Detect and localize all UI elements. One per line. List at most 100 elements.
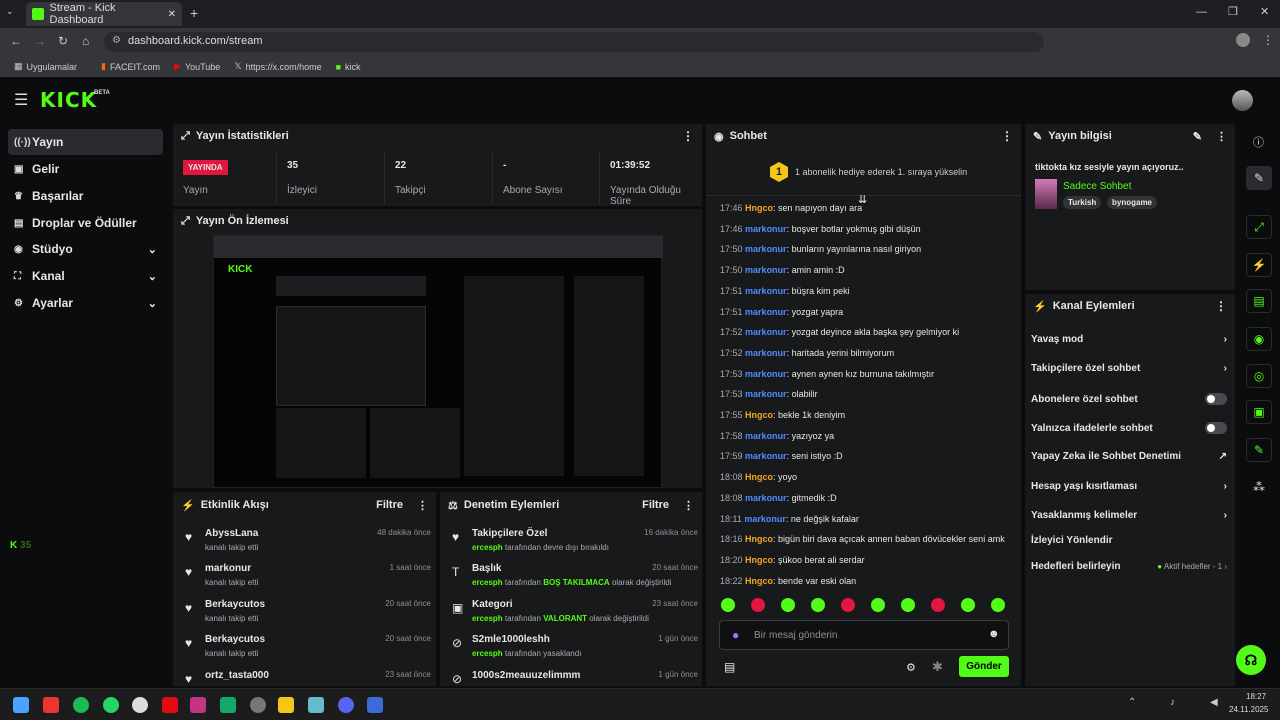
more-options-icon[interactable]: ⋮ bbox=[683, 499, 694, 512]
sidebar-item-droplar[interactable]: ▤ Droplar ve Ödüller bbox=[8, 210, 163, 236]
sidebar-item-kanal[interactable]: ⛶ Kanal ⌄ bbox=[8, 263, 163, 289]
emote-only-toggle[interactable] bbox=[1205, 422, 1227, 434]
tag-chip[interactable]: bynogame bbox=[1107, 196, 1158, 209]
mod-item[interactable]: ▣ Kategori ercesph tarafından VALORANT ola… bbox=[448, 599, 698, 633]
share-icon[interactable]: ⁂ bbox=[1253, 480, 1265, 494]
sidebar-item-yayin[interactable]: ((·)) Yayın bbox=[8, 129, 163, 155]
cog-badge-icon[interactable]: ✱ bbox=[932, 659, 943, 675]
wrench-rail-icon[interactable]: ✎ bbox=[1246, 438, 1272, 462]
app-icon[interactable] bbox=[43, 697, 59, 713]
action-slow-mode[interactable]: Yavaş mod › bbox=[1031, 334, 1227, 345]
bookmark-faceit[interactable]: ▮ FACEIT.com bbox=[101, 61, 160, 72]
back-icon[interactable]: ← bbox=[10, 34, 22, 48]
home-icon[interactable]: ⌂ bbox=[82, 34, 89, 48]
stream-preview-video[interactable]: KICK bbox=[213, 235, 663, 488]
more-options-icon[interactable]: ⋮ bbox=[1216, 130, 1227, 143]
emote-icon[interactable] bbox=[751, 598, 765, 612]
close-window-icon[interactable]: ✕ bbox=[1260, 5, 1269, 18]
app-icon[interactable] bbox=[367, 697, 383, 713]
emote-icon[interactable] bbox=[871, 598, 885, 612]
restore-icon[interactable]: ❐ bbox=[1228, 5, 1238, 18]
bookmark-x[interactable]: 𝕏https://x.com/home bbox=[234, 61, 321, 72]
app-icon[interactable] bbox=[308, 697, 324, 713]
user-avatar[interactable] bbox=[1232, 90, 1253, 111]
store-icon[interactable]: ▤ bbox=[724, 660, 735, 674]
netflix-icon[interactable] bbox=[162, 697, 178, 713]
close-tab-icon[interactable]: ✕ bbox=[168, 9, 176, 20]
chat-username[interactable]: Hngco bbox=[745, 576, 773, 586]
more-options-icon[interactable]: ⋮ bbox=[1215, 299, 1227, 313]
filter-button[interactable]: Filtre bbox=[376, 499, 403, 511]
folder-icon[interactable] bbox=[278, 697, 294, 713]
emote-icon[interactable] bbox=[721, 598, 735, 612]
chat-username[interactable]: markonur bbox=[745, 451, 787, 461]
emote-icon[interactable] bbox=[961, 598, 975, 612]
more-options-icon[interactable]: ⋮ bbox=[1001, 129, 1013, 143]
url-input[interactable]: ⚙ dashboard.kick.com/stream bbox=[104, 32, 1044, 52]
category-link[interactable]: Sadece Sohbet bbox=[1063, 181, 1131, 192]
lightning-rail-icon[interactable]: ⚡ bbox=[1246, 253, 1272, 277]
reload-icon[interactable]: ↻ bbox=[58, 34, 68, 48]
chat-username[interactable]: markonur bbox=[745, 286, 787, 296]
tag-chip[interactable]: Turkish bbox=[1063, 196, 1102, 209]
bookmark-apps[interactable]: ▦ Uygulamalar bbox=[14, 61, 77, 72]
info-icon[interactable]: ⓘ bbox=[1253, 134, 1264, 150]
emoji-picker-icon[interactable]: ☻ bbox=[988, 628, 1000, 640]
mod-item[interactable]: ⊘ S2mle1000leshh ercesph tarafından yasakl… bbox=[448, 634, 698, 668]
chat-username[interactable]: markonur bbox=[745, 389, 787, 399]
panels-rail-icon[interactable]: ▣ bbox=[1246, 400, 1272, 424]
action-raid[interactable]: İzleyici Yönlendir bbox=[1031, 535, 1227, 546]
action-ai-moderation[interactable]: Yapay Zeka ile Sohbet Denetimi ↗ bbox=[1031, 451, 1227, 462]
filter-button[interactable]: Filtre bbox=[642, 499, 669, 511]
mic-icon[interactable]: ● bbox=[732, 628, 739, 642]
send-button[interactable]: Gönder bbox=[959, 656, 1009, 677]
browser-menu-icon[interactable]: ⋮ bbox=[1262, 33, 1274, 47]
chat-username[interactable]: markonur bbox=[745, 369, 787, 379]
action-followers-only[interactable]: Takipçilere özel sohbet › bbox=[1031, 363, 1227, 374]
chat-username[interactable]: markonur bbox=[745, 493, 787, 503]
activity-item[interactable]: ♥ markonur kanalı takip etti 1 saat önce bbox=[181, 563, 431, 597]
chat-username[interactable]: markonur bbox=[745, 244, 787, 254]
mod-item[interactable]: ♥ Takipçilere Özel ercesph tarafından devr… bbox=[448, 528, 698, 562]
action-subs-only[interactable]: Abonelere özel sohbet bbox=[1031, 393, 1227, 405]
chat-rail-icon[interactable]: ◉ bbox=[1246, 327, 1272, 351]
emote-icon[interactable] bbox=[811, 598, 825, 612]
settings-gear-icon[interactable]: ⚙ bbox=[906, 661, 916, 674]
chat-username[interactable]: markonur bbox=[745, 265, 787, 275]
chat-username[interactable]: markonur bbox=[745, 327, 787, 337]
forward-icon[interactable]: → bbox=[34, 34, 46, 48]
action-emote-only[interactable]: Yalnızca ifadelerle sohbet bbox=[1031, 422, 1227, 434]
app-icon[interactable] bbox=[220, 697, 236, 713]
mod-item[interactable]: T Başlık ercesph tarafından BOŞ TAKILMACA … bbox=[448, 563, 698, 597]
sidebar-item-basarilar[interactable]: ♛ Başarılar bbox=[8, 183, 163, 209]
emote-icon[interactable] bbox=[991, 598, 1005, 612]
minimize-icon[interactable]: — bbox=[1196, 6, 1207, 18]
sub-gift-banner[interactable]: 1 1 abonelik hediye ederek 1. sıraya yük… bbox=[706, 150, 1021, 196]
activity-item[interactable]: ♥ Berkaycutos kanalı takip etti 20 saat önc… bbox=[181, 599, 431, 633]
mod-item[interactable]: ⊘ 1000s2meauuzelimmm 1 gün önce bbox=[448, 670, 698, 686]
chat-username[interactable]: Hngco bbox=[745, 555, 773, 565]
chat-username[interactable]: Hngco bbox=[745, 203, 773, 213]
steam-icon[interactable] bbox=[250, 697, 266, 713]
clock-time[interactable]: 18:27 bbox=[1246, 692, 1266, 701]
preview-rail-icon[interactable]: ⤢ bbox=[1246, 215, 1272, 239]
emote-icon[interactable] bbox=[931, 598, 945, 612]
bookmark-youtube[interactable]: ▶ YouTube bbox=[174, 61, 220, 72]
kick-logo[interactable]: KICK bbox=[40, 88, 97, 112]
whatsapp-icon[interactable] bbox=[103, 697, 119, 713]
action-banned-words[interactable]: Yasaklanmış kelimeler › bbox=[1031, 510, 1227, 521]
chat-input[interactable]: ● Bir mesaj gönderin ☻ bbox=[719, 620, 1009, 650]
sidebar-item-studyo[interactable]: ◉ Stüdyo ⌄ bbox=[8, 236, 163, 262]
chrome-icon[interactable] bbox=[132, 697, 148, 713]
tab-search-icon[interactable]: ⌄ bbox=[6, 6, 20, 20]
support-chat-icon[interactable]: ☊ bbox=[1236, 645, 1266, 675]
chat-username[interactable]: markonur bbox=[744, 514, 786, 524]
more-options-icon[interactable]: ⋮ bbox=[682, 129, 694, 143]
chat-username[interactable]: Hngco bbox=[745, 410, 773, 420]
sidebar-item-ayarlar[interactable]: ⚙ Ayarlar ⌄ bbox=[8, 290, 163, 316]
windows-start-icon[interactable] bbox=[13, 697, 29, 713]
action-goals[interactable]: Hedefleri belirleyin ● Aktif hedefler - 1… bbox=[1031, 561, 1227, 572]
spotify-icon[interactable] bbox=[73, 697, 89, 713]
site-info-icon[interactable]: ⚙ bbox=[112, 35, 121, 46]
edit-pencil-icon[interactable]: ✎ bbox=[1193, 130, 1202, 143]
